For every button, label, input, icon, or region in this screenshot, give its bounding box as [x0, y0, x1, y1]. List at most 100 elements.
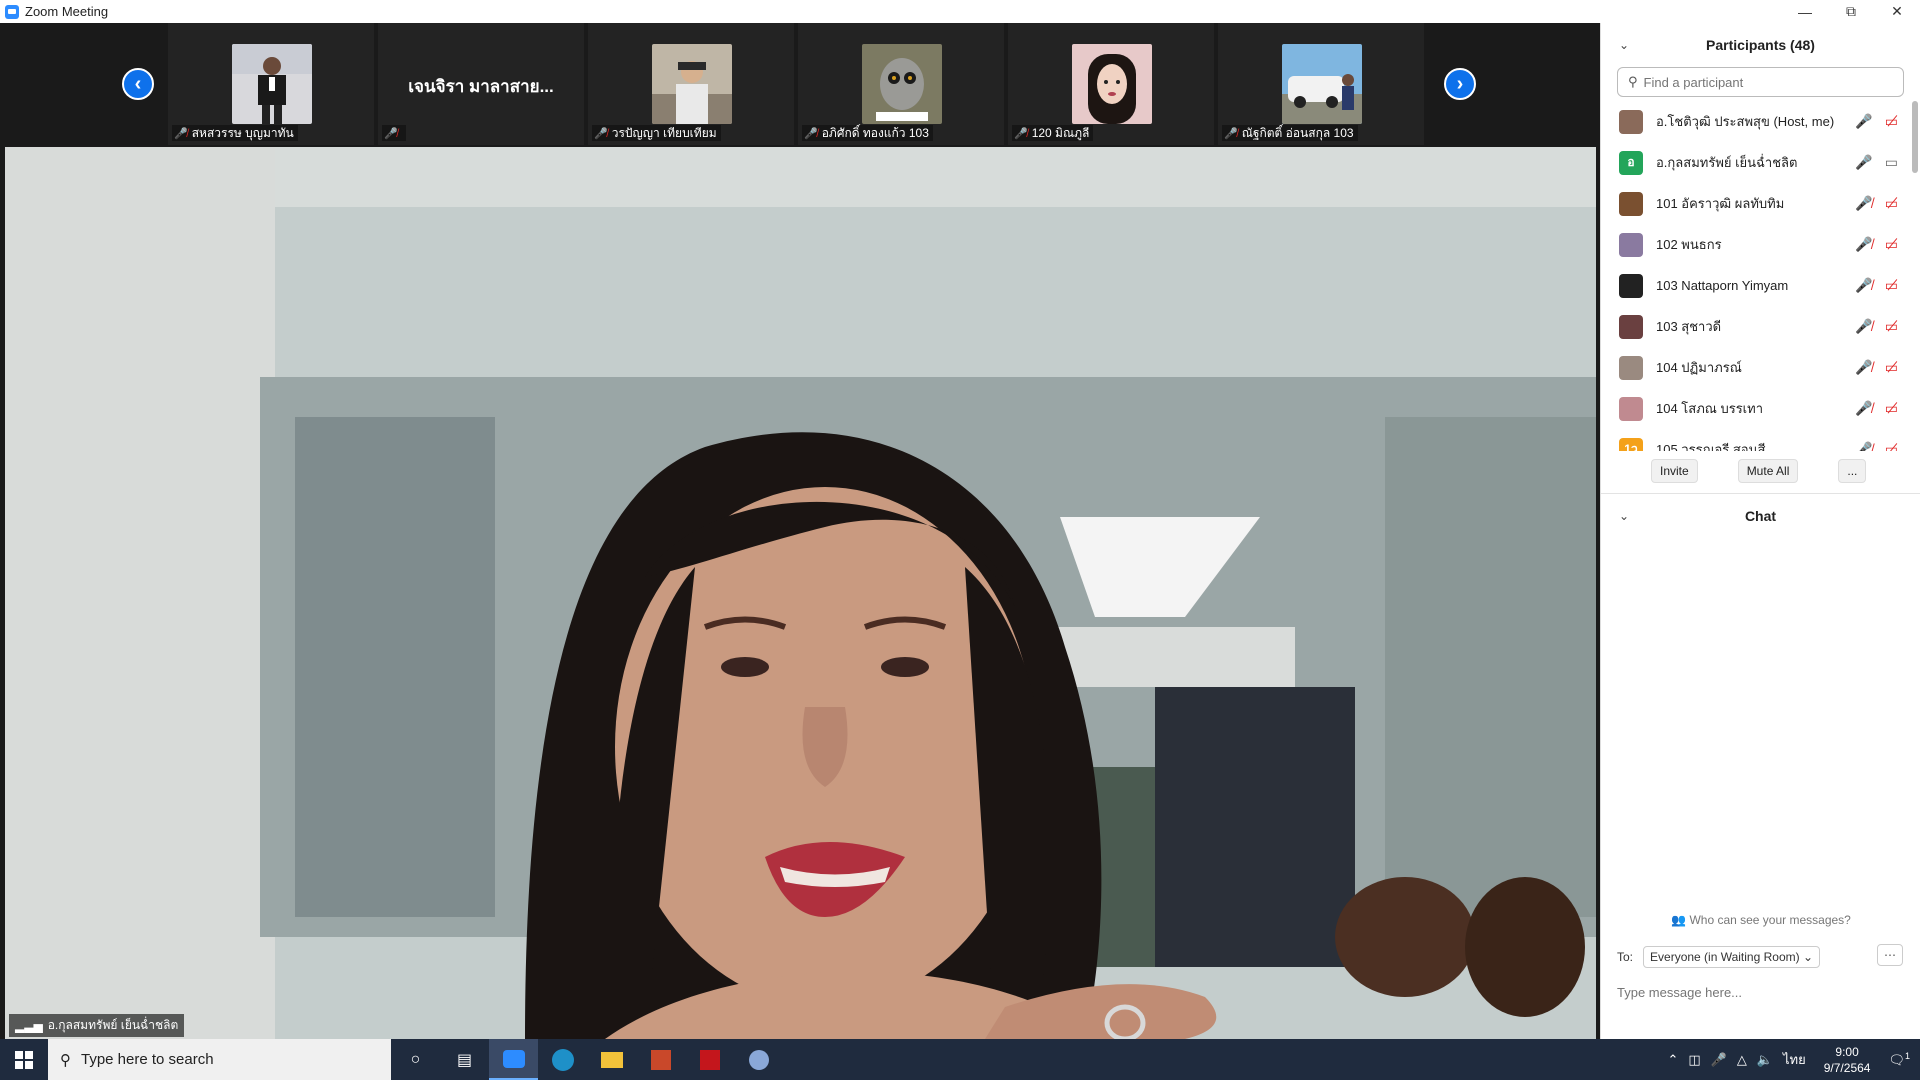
window-controls: — ⧉ ✕: [1782, 0, 1920, 23]
powerpoint-icon[interactable]: [636, 1039, 685, 1080]
mic-muted-icon[interactable]: 🎤̸: [1855, 318, 1872, 335]
video-off-icon[interactable]: ▭̸: [1885, 359, 1898, 376]
participant-search-input[interactable]: [1643, 74, 1884, 90]
mic-muted-icon[interactable]: 🎤̸: [1855, 359, 1872, 376]
solidworks-icon[interactable]: [685, 1039, 734, 1080]
tray-chevron-up-icon[interactable]: ⌃: [1667, 1052, 1678, 1068]
participant-tile[interactable]: 🎤̸ 120 มิณภูลี: [1008, 23, 1216, 145]
who-can-see-link[interactable]: 👥 Who can see your messages?: [1601, 913, 1920, 927]
language-indicator[interactable]: ไทย: [1783, 1049, 1806, 1070]
participant-row[interactable]: 103 สุชาวดี 🎤̸ ▭̸: [1601, 306, 1920, 347]
video-off-icon[interactable]: ▭̸: [1885, 195, 1898, 212]
video-off-icon[interactable]: ▭̸: [1885, 318, 1898, 335]
avatar: [1619, 109, 1643, 134]
mute-all-button[interactable]: Mute All: [1737, 459, 1799, 483]
mic-on-icon[interactable]: 🎤: [1855, 154, 1872, 171]
chat-more-button[interactable]: ⋯: [1877, 944, 1903, 966]
network-status-icon[interactable]: ◫: [1688, 1052, 1700, 1068]
volume-icon[interactable]: 🔈: [1757, 1052, 1773, 1068]
tile-big-name: เจนจิรา มาลาสาย...: [408, 77, 554, 96]
collapse-participants-chevron-icon[interactable]: ⌄: [1619, 38, 1629, 52]
invite-button[interactable]: Invite: [1651, 459, 1698, 483]
mic-on-icon[interactable]: 🎤: [1855, 113, 1872, 130]
minimize-button[interactable]: —: [1782, 0, 1828, 23]
participant-row[interactable]: 102 พนธกร 🎤̸ ▭̸: [1601, 224, 1920, 265]
participant-tile[interactable]: 🎤̸ สหสวรรษ บุญมาทัน: [168, 23, 376, 145]
participant-row[interactable]: 101 อัคราวุฒิ ผลทับทิม 🎤̸ ▭̸: [1601, 183, 1920, 224]
muted-mic-icon: 🎤̸: [804, 127, 818, 140]
window-title: Zoom Meeting: [25, 4, 109, 19]
participant-name: 104 โสภณ บรรเทา: [1656, 401, 1763, 416]
participant-tile[interactable]: 🎤̸ อภิศักดิ์ ทองแก้ว 103: [798, 23, 1006, 145]
chat-message-input[interactable]: [1617, 985, 1907, 1000]
close-button[interactable]: ✕: [1874, 0, 1920, 23]
participant-tile[interactable]: 🎤̸ ณัฐกิตติ์ อ่อนสกุล 103: [1218, 23, 1426, 145]
participant-row[interactable]: 104 โสภณ บรรเทา 🎤̸ ▭̸: [1601, 388, 1920, 429]
participant-name: 103 สุชาวดี: [1656, 319, 1722, 334]
taskbar-search[interactable]: ⚲ Type here to search: [48, 1039, 391, 1080]
participant-row[interactable]: 1ว 105 วรรณจรี สอนสี 🎤̸ ▭̸: [1601, 429, 1920, 451]
notification-icon[interactable]: 🗨1: [1888, 1051, 1910, 1068]
collapse-chat-chevron-icon[interactable]: ⌄: [1619, 509, 1629, 523]
avatar: [1619, 273, 1643, 298]
more-icon: ⋯: [1884, 948, 1896, 962]
wifi-icon[interactable]: △: [1737, 1052, 1747, 1068]
participant-row[interactable]: อ.โชติวุฒิ ประสพสุข (Host, me) 🎤 ▭̸: [1601, 101, 1920, 142]
chat-body: 👥 Who can see your messages? To: Everyon…: [1601, 593, 1920, 1000]
microphone-tray-icon[interactable]: 🎤: [1711, 1052, 1727, 1068]
title-bar: Zoom Meeting — ⧉ ✕: [0, 0, 1920, 23]
recipient-dropdown[interactable]: Everyone (in Waiting Room) ⌄: [1643, 946, 1821, 968]
tile-label: 🎤̸ สหสวรรษ บุญมาทัน: [172, 125, 298, 141]
avatar: 1ว: [1619, 437, 1643, 451]
participant-tile[interactable]: 🎤̸ วรปัญญา เทียบเทียม: [588, 23, 796, 145]
gallery-next-button[interactable]: ›: [1444, 68, 1476, 100]
mic-muted-icon[interactable]: 🎤̸: [1855, 277, 1872, 294]
participant-row[interactable]: ออ.กุลสมทรัพย์ เย็นฉ่ำชลิต 🎤 ▭: [1601, 142, 1920, 183]
clock[interactable]: 9:00 9/7/2564: [1824, 1044, 1871, 1076]
windows-taskbar: ⚲ Type here to search ○ ▤ ⌃ ◫ 🎤 △ 🔈 ไทย …: [0, 1039, 1920, 1080]
avatar: [1619, 396, 1643, 421]
participant-status-icons: 🎤 ▭̸: [1855, 113, 1898, 130]
side-panel: ⌄ Participants (48) ⚲ อ.โชติวุฒิ ประสพสุ…: [1600, 23, 1920, 1039]
zoom-taskbar-icon[interactable]: [489, 1039, 538, 1080]
cortana-icon[interactable]: ○: [391, 1039, 440, 1080]
active-speaker-video[interactable]: ▂▃▅ อ.กุลสมทรัพย์ เย็นฉ่ำชลิต: [5, 147, 1596, 1039]
edge-icon[interactable]: [538, 1039, 587, 1080]
mic-muted-icon[interactable]: 🎤̸: [1855, 400, 1872, 417]
avatar: [1619, 191, 1643, 216]
mic-muted-icon[interactable]: 🎤̸: [1855, 441, 1872, 451]
recipient-value: Everyone (in Waiting Room): [1650, 950, 1800, 964]
tile-label: 🎤̸ วรปัญญา เทียบเทียม: [592, 125, 721, 141]
start-button[interactable]: [0, 1039, 48, 1080]
participant-tile[interactable]: เจนจิรา มาลาสาย... 🎤̸: [378, 23, 586, 145]
chat-title: Chat: [1744, 508, 1777, 524]
task-view-icon[interactable]: ▤: [440, 1039, 489, 1080]
video-on-icon[interactable]: ▭: [1885, 154, 1898, 171]
restore-button[interactable]: ⧉: [1828, 0, 1874, 23]
gallery-prev-button[interactable]: ‹: [122, 68, 154, 100]
video-off-icon[interactable]: ▭̸: [1885, 400, 1898, 417]
video-off-icon[interactable]: ▭̸: [1885, 236, 1898, 253]
more-options-button[interactable]: ...: [1838, 459, 1867, 483]
mic-muted-icon[interactable]: 🎤̸: [1855, 236, 1872, 253]
participant-photo: [652, 44, 732, 124]
tile-label: 🎤̸ อภิศักดิ์ ทองแก้ว 103: [802, 125, 933, 141]
tile-name: อภิศักดิ์ ทองแก้ว 103: [821, 125, 929, 140]
participant-status-icons: 🎤̸ ▭̸: [1855, 359, 1898, 376]
file-explorer-icon[interactable]: [587, 1039, 636, 1080]
mic-muted-icon[interactable]: 🎤̸: [1855, 195, 1872, 212]
video-off-icon[interactable]: ▭̸: [1885, 277, 1898, 294]
participant-row[interactable]: 104 ปฏิมาภรณ์ 🎤̸ ▭̸: [1601, 347, 1920, 388]
video-off-icon[interactable]: ▭̸: [1885, 113, 1898, 130]
tile-label: 🎤̸ ณัฐกิตติ์ อ่อนสกุล 103: [1222, 125, 1358, 141]
chat-recipient-row: To: Everyone (in Waiting Room) ⌄: [1617, 946, 1821, 968]
participant-name: 101 อัคราวุฒิ ผลทับทิม: [1656, 196, 1785, 211]
to-label: To:: [1617, 950, 1634, 964]
participant-search[interactable]: ⚲: [1617, 67, 1904, 97]
participant-name: อ.กุลสมทรัพย์ เย็นฉ่ำชลิต: [1656, 155, 1798, 170]
participant-status-icons: 🎤 ▭: [1855, 154, 1898, 171]
video-off-icon[interactable]: ▭̸: [1885, 441, 1898, 451]
paint-icon[interactable]: [734, 1039, 783, 1080]
participant-row[interactable]: 103 Nattaporn Yimyam 🎤̸ ▭̸: [1601, 265, 1920, 306]
meeting-area: ‹ 🎤̸ สหสวรรษ บุญมาทัน เจนจิรา มาลาสาย... …: [0, 23, 1600, 1039]
